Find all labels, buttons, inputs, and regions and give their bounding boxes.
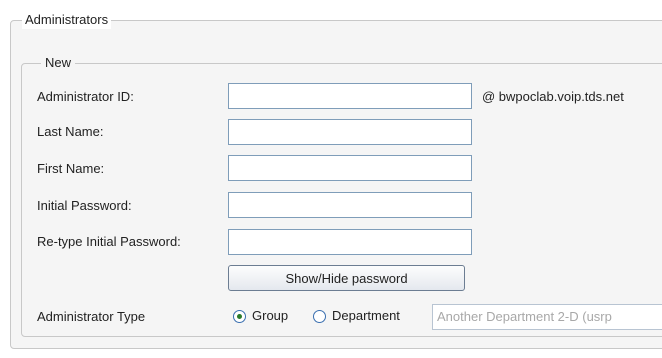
radio-selected-dot (237, 314, 242, 319)
admin-type-department-label[interactable]: Department (332, 308, 400, 324)
show-hide-password-button[interactable]: Show/Hide password (228, 265, 465, 291)
retype-password-label: Re-type Initial Password: (37, 234, 181, 249)
admin-type-group-label[interactable]: Group (252, 308, 288, 324)
first-name-input[interactable] (228, 155, 472, 181)
initial-password-label: Initial Password: (37, 198, 132, 213)
administrators-page: Administrators New Administrator ID: @ b… (0, 0, 662, 358)
admin-type-department-radio[interactable] (313, 310, 326, 323)
admin-type-group-radio[interactable] (233, 310, 246, 323)
retype-password-input[interactable] (228, 229, 472, 255)
admin-type-label: Administrator Type (37, 309, 146, 324)
last-name-label: Last Name: (37, 124, 104, 139)
subsection-title: New (41, 54, 76, 72)
section-title: Administrators (22, 11, 112, 29)
initial-password-input[interactable] (228, 192, 472, 218)
last-name-input[interactable] (228, 119, 472, 145)
domain-suffix: @ bwpoclab.voip.tds.net (482, 89, 624, 104)
admin-id-input[interactable] (228, 83, 472, 109)
department-select[interactable]: Another Department 2-D (usrp (432, 304, 662, 330)
admin-id-label: Administrator ID: (37, 89, 134, 104)
first-name-label: First Name: (37, 161, 105, 176)
